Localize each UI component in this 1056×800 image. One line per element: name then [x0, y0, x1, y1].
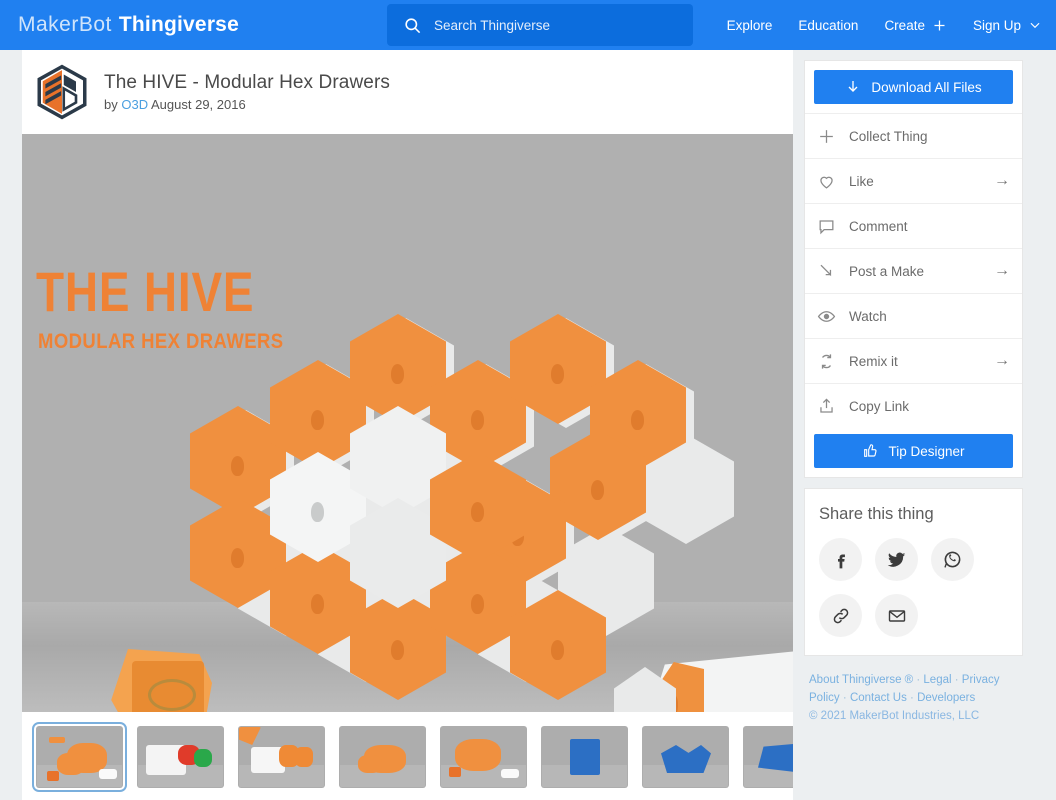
search-bar[interactable] — [387, 4, 693, 46]
hero-hex-illustration — [22, 134, 793, 712]
plus-icon — [820, 129, 833, 143]
nav-signup-label: Sign Up — [972, 17, 1021, 33]
logo-thingiverse: Thingiverse — [118, 13, 239, 36]
nav-create[interactable]: Create — [884, 18, 947, 33]
nav-create-label: Create — [884, 17, 925, 33]
share-facebook-button[interactable] — [819, 538, 862, 581]
upload-link-icon — [820, 397, 833, 413]
footer-separator: · — [842, 691, 847, 704]
share-panel: Share this thing — [804, 488, 1023, 656]
action-post-a-make[interactable]: Post a Make → — [805, 248, 1022, 293]
action-label: Post a Make — [849, 263, 925, 279]
twitter-icon — [887, 552, 906, 567]
share-heading: Share this thing — [819, 505, 934, 523]
thing-hero-image[interactable]: THE HIVE MODULAR HEX DRAWERS — [22, 134, 793, 712]
thumbnail-4[interactable] — [440, 726, 527, 788]
logo-makerbot: MakerBot — [18, 13, 112, 36]
nav-explore-label: Explore — [726, 17, 773, 33]
chevron-right-icon: → — [994, 172, 1010, 189]
action-copy-link[interactable]: Copy Link — [805, 383, 1022, 428]
thing-header-text: The HIVE - Modular Hex Drawers by O3D Au… — [104, 72, 390, 113]
chevron-down-icon — [1030, 22, 1040, 29]
site-logo[interactable]: MakerBot Thingiverse — [18, 13, 239, 37]
plus-icon — [934, 20, 945, 30]
thumbnail-7[interactable] — [743, 726, 793, 788]
footer-link-legal[interactable]: Legal — [923, 674, 951, 686]
main-column: The HIVE - Modular Hex Drawers by O3D Au… — [0, 50, 793, 800]
post-make-icon — [820, 264, 832, 276]
thumbnail-2[interactable] — [238, 726, 325, 788]
footer-link-contact[interactable]: Contact Us — [850, 692, 907, 704]
share-buttons — [819, 538, 1008, 637]
tip-designer-label: Tip Designer — [888, 443, 965, 459]
download-all-files-label: Download All Files — [871, 79, 982, 95]
action-label: Collect Thing — [849, 128, 928, 144]
search-input[interactable] — [434, 17, 674, 33]
share-email-button[interactable] — [875, 594, 918, 637]
action-remix-it[interactable]: Remix it → — [805, 338, 1022, 383]
nav-education-label: Education — [798, 17, 859, 33]
action-comment[interactable]: Comment — [805, 203, 1022, 248]
action-label: Watch — [849, 308, 887, 324]
action-label: Remix it — [849, 353, 898, 369]
thumbnail-5[interactable] — [541, 726, 628, 788]
thumbnail-strip[interactable] — [22, 712, 793, 800]
footer-links: About Thingiverse ® · Legal · Privacy Po… — [804, 672, 1023, 725]
author-link[interactable]: O3D — [121, 97, 148, 112]
thumbnail-6[interactable] — [642, 726, 729, 788]
share-whatsapp-button[interactable] — [931, 538, 974, 581]
byline-prefix: by — [104, 97, 118, 113]
thing-card: The HIVE - Modular Hex Drawers by O3D Au… — [22, 50, 793, 800]
thumbnail-1[interactable] — [137, 726, 224, 788]
whatsapp-icon — [944, 551, 961, 568]
hero-subtitle: MODULAR HEX DRAWERS — [38, 330, 284, 353]
heart-icon — [820, 176, 833, 189]
top-header: MakerBot Thingiverse Explore Education C… — [0, 0, 1056, 50]
remix-refresh-icon — [821, 353, 832, 369]
hero-title: THE HIVE — [36, 260, 255, 323]
chain-link-icon — [833, 608, 848, 623]
action-watch[interactable]: Watch — [805, 293, 1022, 338]
eye-icon — [817, 310, 836, 322]
action-collect-thing[interactable]: Collect Thing — [805, 113, 1022, 158]
page-body: The HIVE - Modular Hex Drawers by O3D Au… — [0, 50, 1056, 800]
action-sidebar: Download All Files Collect Thing Like → … — [793, 50, 1034, 725]
envelope-icon — [888, 609, 905, 622]
footer-copyright: © 2021 MakerBot Industries, LLC — [809, 709, 980, 722]
share-copy-link-button[interactable] — [819, 594, 862, 637]
download-all-files-button[interactable]: Download All Files — [814, 70, 1013, 104]
footer-separator: · — [954, 674, 959, 686]
thumbnail-3[interactable] — [339, 726, 426, 788]
search-icon — [405, 17, 421, 33]
download-arrow-icon — [848, 81, 858, 92]
thumbs-up-icon — [864, 444, 878, 457]
action-like[interactable]: Like → — [805, 158, 1022, 203]
chevron-right-icon: → — [994, 262, 1010, 279]
thing-header: The HIVE - Modular Hex Drawers by O3D Au… — [22, 50, 793, 134]
facebook-icon — [837, 554, 845, 568]
nav-explore[interactable]: Explore — [727, 18, 773, 33]
main-nav: Explore Education Create Sign Up — [727, 0, 1042, 50]
footer-link-about[interactable]: About Thingiverse ® — [809, 674, 913, 686]
hex-3d-logo-icon[interactable] — [34, 64, 90, 120]
page-title: The HIVE - Modular Hex Drawers — [104, 71, 390, 93]
tip-designer-button[interactable]: Tip Designer — [814, 434, 1013, 468]
footer-separator: · — [916, 674, 921, 686]
footer-link-developers[interactable]: Developers — [917, 692, 975, 704]
action-label: Like — [849, 173, 874, 189]
footer-separator: · — [910, 691, 914, 704]
thing-byline: by O3D August 29, 2016 — [104, 97, 390, 112]
nav-education[interactable]: Education — [798, 18, 858, 33]
action-label: Copy Link — [849, 398, 910, 414]
upload-date: August 29, 2016 — [151, 97, 246, 113]
share-twitter-button[interactable] — [875, 538, 918, 581]
action-label: Comment — [849, 218, 908, 234]
actions-panel: Download All Files Collect Thing Like → … — [804, 60, 1023, 478]
thumbnail-0[interactable] — [32, 722, 127, 792]
chevron-right-icon: → — [994, 352, 1010, 369]
comment-icon — [819, 219, 834, 234]
nav-signup[interactable]: Sign Up — [973, 18, 1042, 33]
